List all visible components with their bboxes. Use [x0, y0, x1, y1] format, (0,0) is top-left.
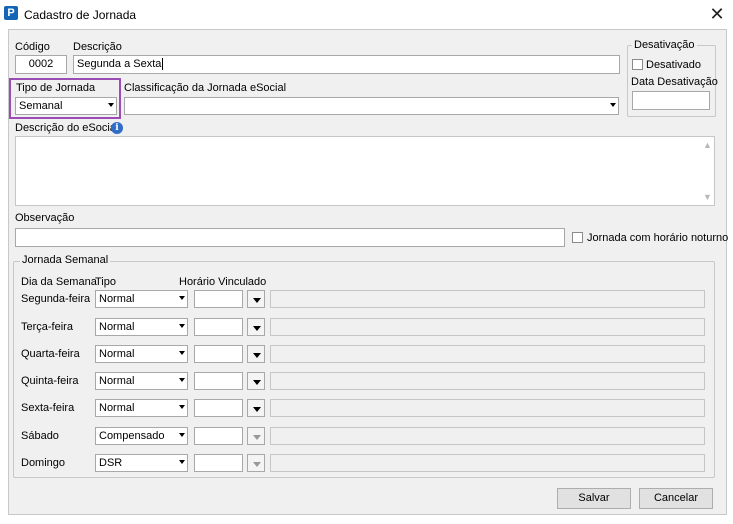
row-horario-descricao	[270, 427, 705, 445]
row-horario-dropdown-button[interactable]	[247, 372, 265, 390]
row-horario-dropdown-button[interactable]	[247, 290, 265, 308]
chevron-down-icon	[610, 103, 616, 107]
row-horario-dropdown-button[interactable]	[247, 318, 265, 336]
row-horario-field[interactable]	[194, 427, 243, 445]
observacao-label: Observação	[15, 212, 75, 224]
scroll-down-icon[interactable]: ▼	[703, 193, 712, 202]
row-dia: Terça-feira	[21, 321, 73, 333]
row-horario-descricao	[270, 372, 705, 390]
save-button[interactable]: Salvar	[557, 488, 631, 509]
data-desativacao-label: Data Desativação	[631, 76, 718, 88]
row-tipo-select[interactable]: Normal	[95, 372, 188, 390]
caret-down-icon	[253, 462, 261, 467]
classificacao-select[interactable]	[124, 97, 619, 115]
chevron-down-icon	[179, 351, 185, 355]
descricao-value: Segunda a Sexta	[77, 58, 162, 70]
row-horario-field[interactable]	[194, 399, 243, 417]
caret-down-icon	[253, 407, 261, 412]
row-tipo-value: Normal	[99, 402, 135, 414]
row-horario-dropdown-button[interactable]	[247, 427, 265, 445]
header-horario-vinculado: Horário Vinculado	[179, 276, 267, 288]
header-tipo: Tipo	[95, 276, 116, 288]
row-tipo-select[interactable]: Compensado	[95, 427, 188, 445]
row-horario-dropdown-button[interactable]	[247, 345, 265, 363]
row-tipo-value: Compensado	[99, 430, 165, 442]
row-tipo-value: Normal	[99, 375, 135, 387]
row-tipo-value: DSR	[99, 457, 123, 469]
row-tipo-value: Normal	[99, 321, 135, 333]
chevron-down-icon	[179, 324, 185, 328]
chevron-down-icon	[179, 378, 185, 382]
row-tipo-select[interactable]: DSR	[95, 454, 188, 472]
row-dia: Sábado	[21, 430, 59, 442]
jornada-noturno-label: Jornada com horário noturno	[587, 232, 729, 244]
chevron-down-icon	[108, 103, 114, 107]
codigo-field[interactable]: 0002	[15, 55, 67, 74]
descricao-esocial-label: Descrição do eSocial	[15, 122, 119, 134]
tipo-jornada-select[interactable]: Semanal	[15, 97, 117, 115]
descricao-field[interactable]: Segunda a Sexta	[73, 55, 620, 74]
row-dia: Sexta-feira	[21, 402, 75, 414]
row-tipo-value: Normal	[99, 293, 135, 305]
row-horario-dropdown-button[interactable]	[247, 454, 265, 472]
codigo-label: Código	[15, 41, 50, 53]
row-horario-field[interactable]	[194, 318, 243, 336]
jornada-semanal-group-title: Jornada Semanal	[20, 254, 111, 267]
close-icon[interactable]: ✕	[705, 3, 729, 25]
chevron-down-icon	[179, 460, 185, 464]
jornada-noturno-checkbox[interactable]	[572, 232, 583, 243]
desativacao-group-title: Desativação	[632, 39, 697, 52]
caret-down-icon	[253, 435, 261, 440]
title-bar: P Cadastro de Jornada ✕	[0, 0, 733, 29]
desativado-label: Desativado	[646, 59, 702, 71]
row-tipo-select[interactable]: Normal	[95, 345, 188, 363]
descricao-esocial-textarea[interactable]: ▲ ▼	[15, 136, 715, 206]
chevron-down-icon	[179, 405, 185, 409]
caret-down-icon	[253, 326, 261, 331]
row-horario-field[interactable]	[194, 454, 243, 472]
row-horario-descricao	[270, 399, 705, 417]
row-horario-descricao	[270, 345, 705, 363]
text-caret	[162, 58, 164, 71]
caret-down-icon	[253, 298, 261, 303]
row-dia: Quarta-feira	[21, 348, 80, 360]
scroll-up-icon[interactable]: ▲	[703, 141, 712, 150]
info-icon[interactable]: i	[111, 122, 123, 134]
caret-down-icon	[253, 380, 261, 385]
tipo-jornada-value: Semanal	[19, 100, 63, 112]
tipo-jornada-label: Tipo de Jornada	[16, 82, 96, 94]
row-horario-descricao	[270, 454, 705, 472]
caret-down-icon	[253, 353, 261, 358]
row-tipo-select[interactable]: Normal	[95, 318, 188, 336]
row-dia: Domingo	[21, 457, 66, 469]
row-horario-field[interactable]	[194, 345, 243, 363]
row-dia: Segunda-feira	[21, 293, 91, 305]
row-dia: Quinta-feira	[21, 375, 79, 387]
chevron-down-icon	[179, 433, 185, 437]
classificacao-label: Classificação da Jornada eSocial	[124, 82, 287, 94]
row-horario-dropdown-button[interactable]	[247, 399, 265, 417]
observacao-field[interactable]	[15, 228, 565, 247]
window-title: Cadastro de Jornada	[24, 8, 137, 22]
header-dia-semana: Dia da Semana	[21, 276, 97, 288]
row-horario-field[interactable]	[194, 290, 243, 308]
row-tipo-value: Normal	[99, 348, 135, 360]
app-p-icon: P	[4, 6, 18, 20]
descricao-label: Descrição	[73, 41, 122, 53]
row-horario-field[interactable]	[194, 372, 243, 390]
desativado-checkbox[interactable]	[632, 59, 643, 70]
cancel-button[interactable]: Cancelar	[639, 488, 713, 509]
chevron-down-icon	[179, 296, 185, 300]
row-horario-descricao	[270, 318, 705, 336]
data-desativacao-field[interactable]	[632, 91, 710, 110]
row-tipo-select[interactable]: Normal	[95, 290, 188, 308]
row-tipo-select[interactable]: Normal	[95, 399, 188, 417]
row-horario-descricao	[270, 290, 705, 308]
